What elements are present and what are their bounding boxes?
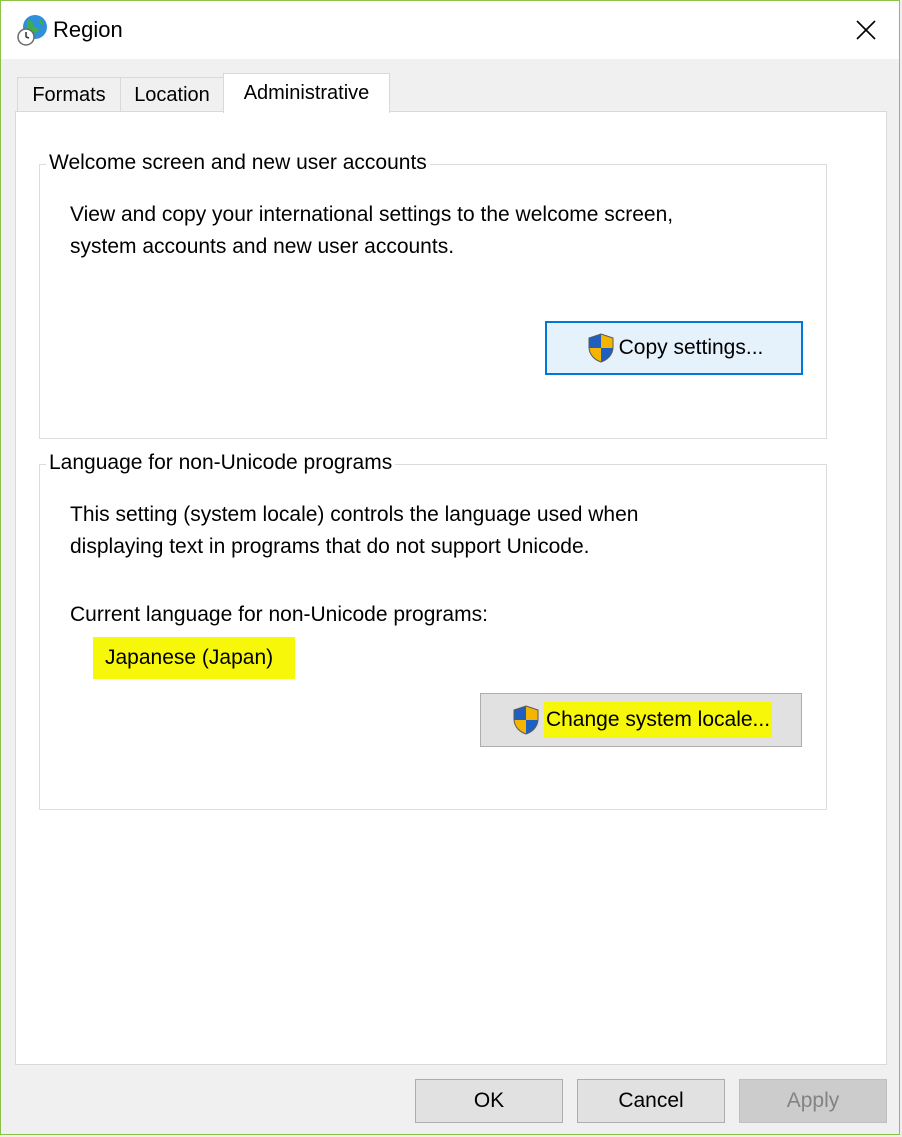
welcome-screen-group: Welcome screen and new user accounts Vie… [39,149,827,439]
title-bar: Region [1,1,899,59]
tab-administrative[interactable]: Administrative [223,73,390,113]
current-language-value: Japanese (Japan) [93,637,296,679]
button-label: Change system locale... [543,702,773,738]
description-line: This setting (system locale) controls th… [70,503,639,526]
cancel-button[interactable]: Cancel [577,1079,725,1123]
button-label: Apply [786,1089,840,1112]
group-title: Language for non-Unicode programs [46,449,396,477]
close-icon [856,20,876,40]
button-label: Copy settings... [618,336,764,359]
uac-shield-icon [588,333,614,363]
description-line: View and copy your international setting… [70,203,674,226]
locale-description: This setting (system locale) controls th… [70,499,638,563]
button-label: Cancel [618,1089,684,1112]
tab-label: Location [134,83,210,106]
non-unicode-group: Language for non-Unicode programs This s… [39,449,827,810]
welcome-description: View and copy your international setting… [70,199,673,263]
description-line: displaying text in programs that do not … [70,535,590,558]
window-title: Region [53,17,123,42]
tab-location[interactable]: Location [120,77,224,112]
tab-label: Administrative [243,82,370,104]
group-title: Welcome screen and new user accounts [46,149,430,177]
tab-formats[interactable]: Formats [17,77,121,112]
apply-button[interactable]: Apply [739,1079,887,1123]
current-language-label: Current language for non-Unicode program… [70,603,488,626]
change-system-locale-button[interactable]: Change system locale... [480,693,802,747]
close-button[interactable] [833,1,899,59]
region-dialog: Region Formats Location Administrative W… [0,0,900,1135]
button-label: OK [473,1089,505,1112]
description-line: system accounts and new user accounts. [70,235,455,258]
globe-clock-icon [17,15,47,46]
uac-shield-icon [513,705,539,735]
tab-panel-administrative: Welcome screen and new user accounts Vie… [15,111,887,1065]
copy-settings-button[interactable]: Copy settings... [545,321,803,375]
ok-button[interactable]: OK [415,1079,563,1123]
tab-label: Formats [32,83,106,106]
